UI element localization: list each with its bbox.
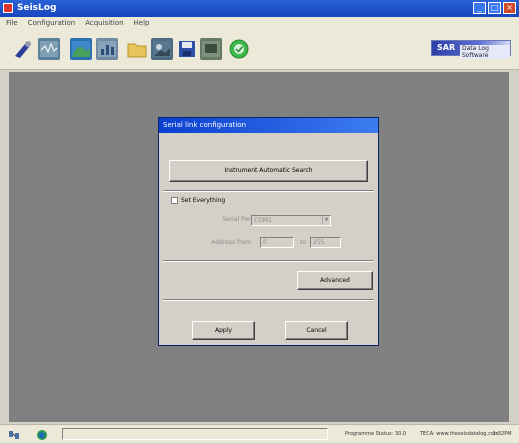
- set-everything-checkbox[interactable]: [171, 197, 178, 204]
- address-to-value: 255: [313, 239, 325, 246]
- network-icon[interactable]: [8, 429, 20, 441]
- menu-file[interactable]: File: [6, 17, 18, 30]
- brand-prefix: SAR: [437, 43, 456, 52]
- apply-label: Apply: [215, 327, 232, 334]
- toolbar: SAR Data Log Software: [0, 30, 519, 70]
- window-title-bar: SeisLog _ □ ×: [0, 0, 519, 17]
- address-to-label: to: [300, 239, 307, 246]
- address-to-field[interactable]: 255: [310, 237, 341, 248]
- status-message-panel: [62, 428, 328, 440]
- address-from-value: 0: [263, 239, 267, 246]
- advanced-button[interactable]: Advanced: [297, 271, 373, 290]
- menu-configuration[interactable]: Configuration: [28, 17, 75, 30]
- status-version: Programme Status: 30.0: [345, 431, 406, 437]
- chart-icon[interactable]: [96, 38, 118, 60]
- separator: [163, 299, 374, 301]
- address-from-label: Address from: [211, 239, 251, 246]
- status-time: 1:32PM: [493, 431, 512, 437]
- monitor-icon[interactable]: [200, 38, 222, 60]
- serial-link-dialog: Serial link configuration Instrument Aut…: [158, 117, 379, 346]
- address-from-field[interactable]: 0: [260, 237, 294, 248]
- photo-icon[interactable]: [151, 38, 173, 60]
- menu-acquisition[interactable]: Acquisition: [85, 17, 123, 30]
- serial-port-value: COM1: [254, 217, 272, 224]
- brand-logo: SAR Data Log Software: [431, 40, 511, 59]
- menu-bar: File Configuration Acquisition Help: [0, 17, 519, 30]
- maximize-icon[interactable]: □: [488, 2, 501, 14]
- probe-icon[interactable]: [12, 38, 34, 60]
- serial-port-label: Serial Port: [222, 216, 253, 223]
- dialog-title: Serial link configuration: [159, 118, 378, 133]
- cancel-label: Cancel: [306, 327, 327, 334]
- globe-icon[interactable]: [36, 429, 48, 441]
- auto-search-label: Instrument Automatic Search: [224, 167, 313, 174]
- app-icon: [3, 3, 13, 13]
- separator: [163, 260, 374, 262]
- minimize-icon[interactable]: _: [473, 2, 486, 14]
- menu-help[interactable]: Help: [134, 17, 150, 30]
- folder-icon[interactable]: [126, 38, 148, 60]
- earth-map-icon[interactable]: [70, 38, 92, 60]
- check-circle-icon[interactable]: [228, 38, 250, 60]
- chevron-down-icon[interactable]: ▼: [322, 216, 330, 225]
- status-bar: Programme Status: 30.0 TECA: www.theseis…: [0, 424, 519, 443]
- set-everything-label: Set Everything: [181, 197, 226, 204]
- separator: [163, 190, 374, 192]
- window-title: SeisLog: [17, 3, 57, 13]
- save-icon[interactable]: [176, 38, 198, 60]
- close-icon[interactable]: ×: [503, 2, 516, 14]
- instrument-auto-search-button[interactable]: Instrument Automatic Search: [169, 160, 368, 182]
- apply-button[interactable]: Apply: [192, 321, 255, 340]
- window-controls: _ □ ×: [473, 2, 516, 14]
- cancel-button[interactable]: Cancel: [285, 321, 348, 340]
- seismograph-icon[interactable]: [38, 38, 60, 60]
- status-company: TECA: www.theseisdatalog.com: [420, 431, 499, 437]
- serial-port-select[interactable]: COM1 ▼: [251, 215, 331, 226]
- advanced-label: Advanced: [320, 277, 350, 284]
- brand-name: Data Log Software: [460, 45, 510, 59]
